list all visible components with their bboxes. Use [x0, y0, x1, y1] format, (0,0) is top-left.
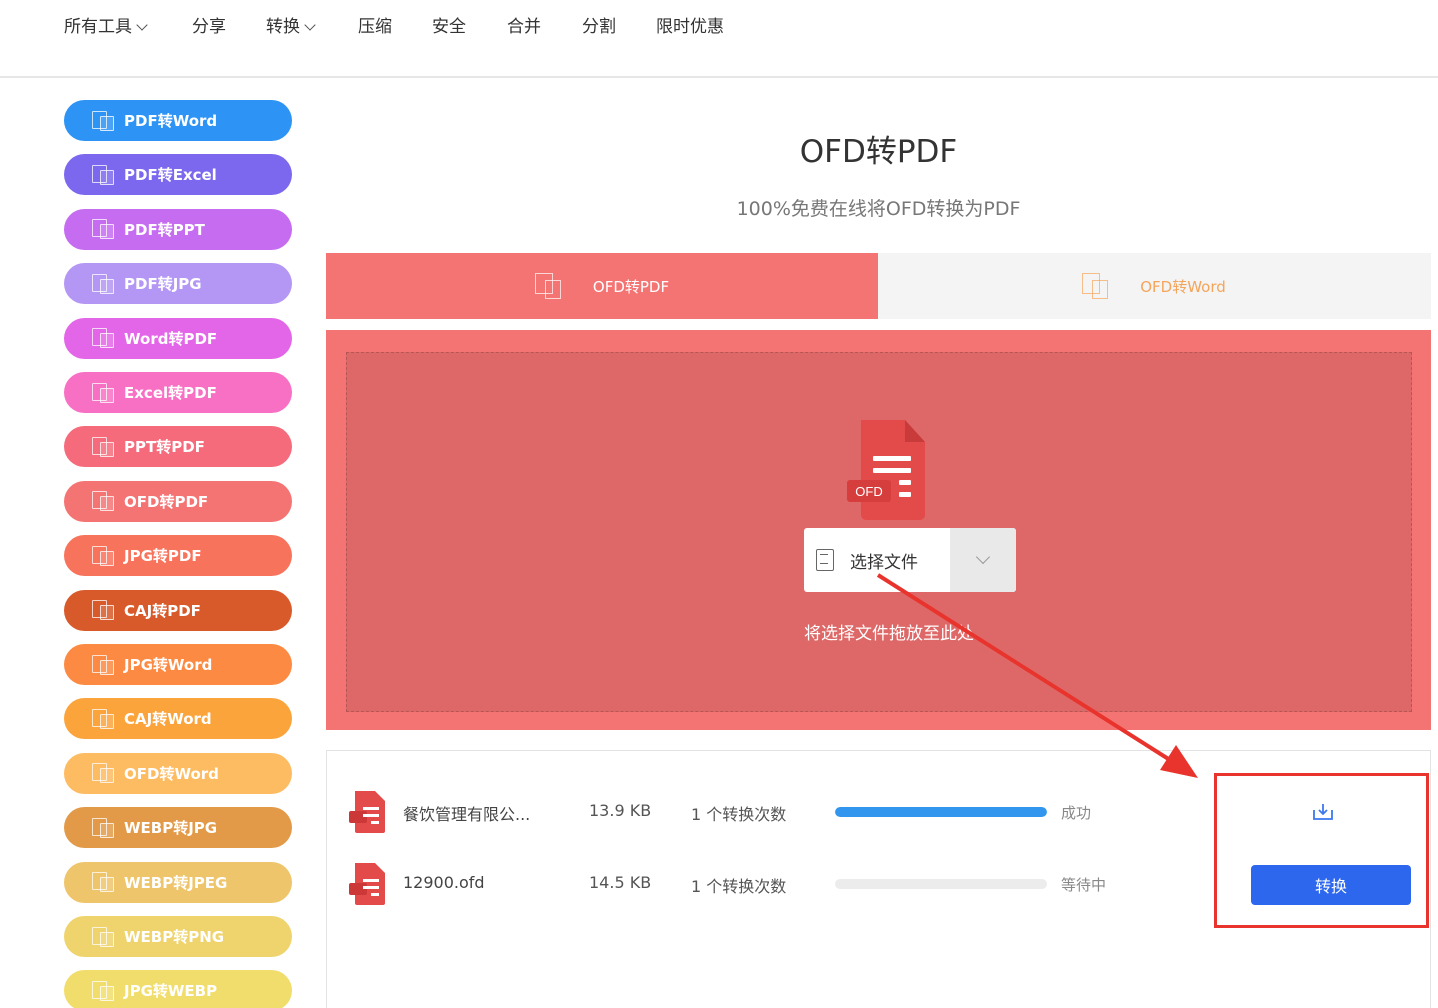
- convert-icon: [92, 817, 114, 838]
- sidebar-item-label: Word转PDF: [124, 329, 218, 348]
- choose-file-dropdown[interactable]: [950, 528, 1016, 592]
- choose-file-main[interactable]: 选择文件: [804, 528, 950, 592]
- nav-item-security[interactable]: 安全: [432, 12, 466, 37]
- convert-icon: [92, 436, 114, 457]
- sidebar-item-label: WEBP转PNG: [124, 928, 225, 946]
- status-text: 等待中: [1061, 876, 1107, 894]
- file-size: 14.5 KB: [589, 873, 652, 892]
- sidebar-item[interactable]: Word转PDF: [64, 317, 292, 359]
- sidebar-item-label: JPG转Word: [124, 656, 213, 674]
- page-subtitle: 100%免费在线将OFD转换为PDF: [736, 198, 1021, 220]
- sidebar-item[interactable]: CAJ转PDF: [64, 589, 292, 631]
- progress-bar: [835, 879, 1047, 889]
- top-nav: 所有工具 分享 转换 压缩 安全 合并 分割 限时优惠: [0, 0, 1438, 78]
- progress-bar: [835, 807, 1047, 817]
- ofd-file-icon: OFD: [847, 420, 925, 520]
- sidebar-item[interactable]: WEBP转JPG: [64, 807, 292, 849]
- drop-hint: 将选择文件拖放至此处: [804, 624, 974, 644]
- convert-icon: [92, 654, 114, 675]
- convert-icon: [534, 273, 563, 299]
- file-icon: [349, 863, 385, 905]
- nav-item-all-tools[interactable]: 所有工具: [64, 12, 148, 37]
- sidebar-item-label: PDF转Excel: [124, 166, 217, 185]
- file-icon: [349, 791, 385, 833]
- file-size: 13.9 KB: [589, 801, 652, 820]
- convert-icon: [92, 328, 114, 349]
- chevron-down-icon: [304, 19, 316, 31]
- choose-file-button[interactable]: 选择文件: [804, 528, 1016, 592]
- sidebar-item-label: PDF转PPT: [124, 220, 205, 239]
- sidebar-item[interactable]: PDF转Excel: [64, 154, 292, 196]
- convert-icon: [1082, 273, 1110, 299]
- convert-icon: [92, 980, 114, 1001]
- sidebar-item-label: OFD转Word: [124, 764, 219, 783]
- sidebar-item[interactable]: OFD转PDF: [64, 480, 292, 522]
- sidebar-item-label: PDF转Word: [124, 112, 218, 130]
- file-name: 餐饮管理有限公...: [403, 805, 531, 824]
- tab-bar: OFD转PDF OFD转Word: [326, 253, 1431, 319]
- nav-item-split[interactable]: 分割: [582, 12, 616, 37]
- convert-icon: [92, 164, 114, 185]
- sidebar-item-label: PPT转PDF: [124, 438, 205, 457]
- convert-icon: [92, 219, 114, 240]
- convert-icon: [92, 763, 114, 784]
- ofd-badge-text: OFD: [855, 484, 882, 499]
- page-title: OFD转PDF: [799, 134, 958, 170]
- nav-item-merge[interactable]: 合并: [507, 12, 541, 37]
- nav-item-convert[interactable]: 转换: [266, 12, 316, 37]
- sidebar-item[interactable]: CAJ转Word: [64, 698, 292, 740]
- convert-icon: [92, 872, 114, 893]
- sidebar-item[interactable]: Excel转PDF: [64, 372, 292, 413]
- sidebar-item[interactable]: JPG转PDF: [64, 535, 292, 577]
- convert-icon: [92, 382, 114, 403]
- sidebar-item[interactable]: WEBP转JPEG: [64, 861, 292, 903]
- annotation-highlight-box: [1214, 773, 1429, 928]
- sidebar-item-label: Excel转PDF: [124, 384, 217, 402]
- sidebar-item[interactable]: PPT转PDF: [64, 426, 292, 468]
- nav-item-share[interactable]: 分享: [192, 12, 226, 37]
- sidebar-item-label: OFD转PDF: [124, 492, 209, 511]
- sidebar-item-label: JPG转PDF: [124, 547, 202, 566]
- conversion-count: 1 个转换次数: [691, 877, 787, 896]
- sidebar-item[interactable]: OFD转Word: [64, 752, 292, 794]
- convert-icon: [92, 545, 114, 566]
- sidebar-item-label: WEBP转JPEG: [124, 873, 228, 892]
- sidebar-item[interactable]: PDF转JPG: [64, 263, 292, 305]
- status-text: 成功: [1061, 804, 1092, 822]
- upload-panel: OFD 选择文件 将选择文件拖放至此处: [326, 330, 1431, 730]
- sidebar-item[interactable]: JPG转WEBP: [64, 970, 292, 1008]
- chevron-down-icon: [136, 19, 148, 31]
- document-icon: [816, 549, 834, 571]
- nav-item-offers[interactable]: 限时优惠: [656, 12, 724, 37]
- sidebar-item[interactable]: PDF转Word: [64, 100, 292, 141]
- sidebar-item-label: PDF转JPG: [124, 275, 202, 294]
- tab-ofd-to-pdf[interactable]: OFD转PDF: [326, 253, 878, 319]
- conversion-count: 1 个转换次数: [691, 805, 787, 824]
- sidebar-item-label: CAJ转PDF: [124, 601, 201, 620]
- page: 所有工具 分享 转换 压缩 安全 合并 分割 限时优惠 PDF转Word PDF转…: [0, 0, 1438, 1008]
- convert-icon: [92, 491, 114, 512]
- progress-fill: [835, 807, 1047, 817]
- sidebar-item[interactable]: JPG转Word: [64, 644, 292, 685]
- sidebar-item-label: JPG转WEBP: [124, 982, 218, 1001]
- nav-item-compress[interactable]: 压缩: [358, 12, 392, 37]
- sidebar-item-label: WEBP转JPG: [124, 819, 218, 838]
- convert-icon: [92, 273, 114, 294]
- sidebar-item[interactable]: WEBP转PNG: [64, 916, 292, 957]
- sidebar-item[interactable]: PDF转PPT: [64, 208, 292, 250]
- convert-icon: [92, 110, 114, 131]
- convert-icon: [92, 600, 114, 621]
- drop-zone[interactable]: OFD 选择文件 将选择文件拖放至此处: [346, 352, 1412, 712]
- chevron-down-icon: [975, 549, 991, 565]
- convert-icon: [92, 708, 114, 729]
- tab-ofd-to-word[interactable]: OFD转Word: [878, 253, 1430, 319]
- convert-icon: [92, 926, 114, 947]
- file-name: 12900.ofd: [403, 873, 485, 892]
- sidebar-item-label: CAJ转Word: [124, 710, 212, 729]
